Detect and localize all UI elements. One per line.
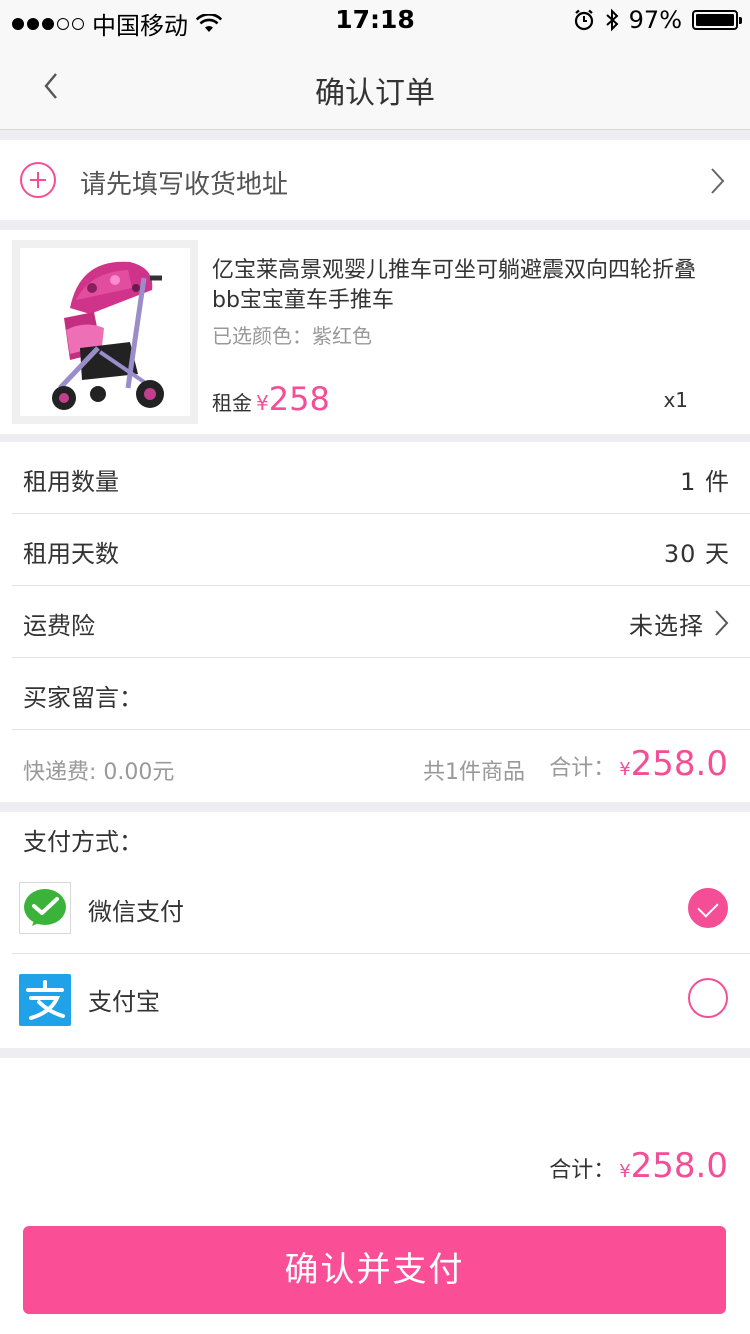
summary-total: 合计： ¥ 258.0: [549, 744, 728, 784]
rental-quantity-label: 租用数量: [23, 468, 119, 496]
currency-symbol: ¥: [619, 1161, 631, 1182]
status-bar: 中国移动 17:18 97%: [0, 0, 750, 40]
item-count: 共1件商品: [423, 760, 525, 785]
buyer-message-label: 买家留言：: [23, 684, 143, 712]
rental-days-value: 30 天: [663, 540, 730, 568]
rental-days-label: 租用天数: [23, 540, 119, 568]
address-prompt: 请先填写收货地址: [80, 170, 289, 200]
payment-title: 支付方式：: [23, 828, 143, 856]
payment-name: 微信支付: [88, 898, 184, 926]
shipping-insurance-label: 运费险: [23, 612, 95, 640]
bluetooth-icon: [605, 8, 619, 32]
product-card: 亿宝莱高景观婴儿推车可坐可躺避震双向四轮折叠bb宝宝童车手推车 已选颜色：紫红色…: [0, 230, 750, 434]
total-value: 258.0: [630, 1146, 728, 1186]
currency-symbol: ¥: [619, 759, 631, 780]
page-title: 确认订单: [315, 76, 435, 111]
wechat-radio-checked[interactable]: [688, 888, 728, 928]
checkout-footer: 合计： ¥ 258.0 确认并支付: [0, 1058, 750, 1334]
payment-option-wechat[interactable]: 微信支付: [12, 864, 750, 954]
battery-icon: [692, 10, 742, 30]
rental-days-row[interactable]: 租用天数 30 天: [12, 514, 750, 586]
product-price: 租金 ¥ 258: [212, 380, 330, 418]
total-value: 258.0: [630, 744, 728, 784]
alarm-icon: [574, 9, 593, 31]
wechat-pay-icon: [19, 882, 71, 934]
total-label: 合计：: [549, 756, 616, 781]
chevron-right-icon: [715, 610, 729, 636]
order-form: 租用数量 1 件 租用天数 30 天 运费险 未选择 买家留言： 快递费: 0.…: [0, 442, 750, 802]
product-thumbnail: [12, 240, 198, 424]
chevron-right-icon: [711, 168, 725, 194]
footer-total: 合计： ¥ 258.0: [549, 1146, 728, 1186]
shipping-insurance-row[interactable]: 运费险 未选择: [12, 586, 750, 658]
rental-quantity-row[interactable]: 租用数量 1 件: [12, 442, 750, 514]
total-label: 合计：: [549, 1158, 616, 1183]
alipay-radio[interactable]: [688, 978, 728, 1018]
product-quantity: x1: [663, 388, 688, 412]
alipay-icon: [19, 974, 71, 1026]
payment-name: 支付宝: [88, 988, 160, 1016]
buyer-message-row[interactable]: 买家留言：: [12, 658, 750, 730]
price-value: 258: [268, 380, 330, 418]
order-summary: 快递费: 0.00元 共1件商品 合计： ¥ 258.0: [12, 730, 750, 802]
product-color: 已选颜色：紫红色: [212, 324, 372, 348]
confirm-pay-button[interactable]: 确认并支付: [23, 1226, 726, 1314]
address-row[interactable]: 请先填写收货地址: [0, 140, 750, 220]
price-label: 租金: [212, 391, 252, 415]
payment-section: 支付方式： 微信支付 支付宝: [0, 812, 750, 1048]
shipping-fee: 快递费: 0.00元: [23, 760, 175, 785]
payment-option-alipay[interactable]: 支付宝: [12, 954, 750, 1044]
nav-bar: 确认订单: [0, 40, 750, 130]
add-address-icon: [20, 162, 56, 198]
shipping-insurance-value: 未选择: [629, 612, 704, 640]
rental-quantity-value: 1 件: [680, 468, 730, 496]
status-right: 97%: [573, 6, 742, 34]
currency-symbol: ¥: [256, 391, 269, 415]
stroller-image: [52, 261, 164, 410]
product-title: 亿宝莱高景观婴儿推车可坐可躺避震双向四轮折叠bb宝宝童车手推车: [212, 258, 697, 313]
battery-percent: 97%: [628, 6, 682, 34]
